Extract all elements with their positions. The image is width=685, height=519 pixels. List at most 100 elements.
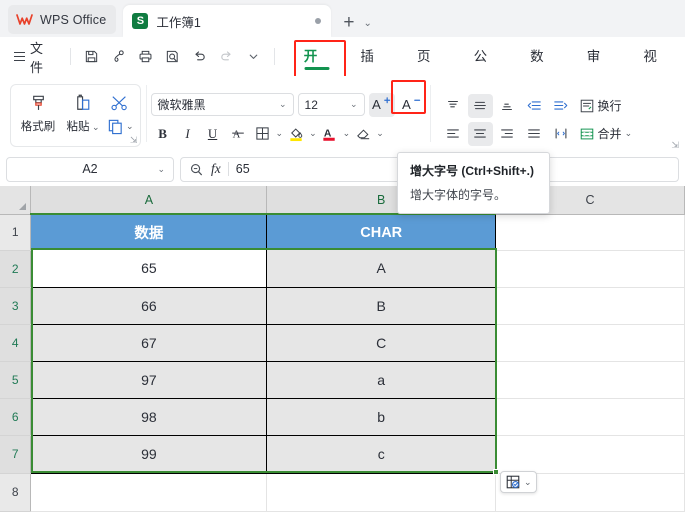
strikethrough-icon[interactable]: A [226, 122, 250, 146]
undo-icon[interactable] [187, 44, 212, 69]
plus-icon[interactable]: + [343, 13, 354, 32]
save-icon[interactable] [79, 44, 104, 69]
bold-button[interactable]: B [151, 122, 175, 146]
scissors-icon[interactable] [110, 94, 130, 112]
row-header-3[interactable]: 3 [0, 287, 32, 325]
ribbon-group-font: 微软雅黑 ⌄ 12 ⌄ A A B I U A ⌄ ⌄ A ⌄ ⌄ [145, 79, 430, 152]
tab-start[interactable]: 开始 [289, 42, 346, 94]
cell-c5[interactable] [495, 361, 685, 399]
row-header-4[interactable]: 4 [0, 324, 32, 362]
cell-b7[interactable]: c [266, 435, 497, 474]
cell-b4[interactable]: C [266, 324, 497, 362]
align-middle-icon[interactable] [467, 93, 493, 118]
chevron-down-icon[interactable]: ⌄ [343, 128, 351, 139]
chevron-down-icon[interactable]: ⌄ [309, 128, 317, 139]
name-box[interactable]: A2 ⌄ [6, 156, 174, 182]
tab-page[interactable]: 页面 [402, 42, 459, 94]
text-orientation-icon[interactable] [549, 122, 574, 146]
print-preview-icon[interactable] [160, 44, 185, 69]
copy-button[interactable]: ⌄ [107, 118, 134, 135]
quick-analysis-button[interactable]: ⌄ [500, 471, 537, 493]
row-header-5[interactable]: 5 [0, 361, 32, 399]
font-size-select[interactable]: 12 ⌄ [297, 93, 365, 116]
cell-c3[interactable] [495, 287, 685, 325]
align-center-icon[interactable] [467, 121, 493, 146]
tab-view[interactable]: 视图 [628, 42, 685, 94]
font-name-select[interactable]: 微软雅黑 ⌄ [150, 93, 294, 116]
wps-brand[interactable]: WPS Office [8, 5, 117, 34]
cell-c4[interactable] [495, 324, 685, 362]
chevron-down-icon[interactable]: ⌄ [376, 128, 384, 139]
row-header-2[interactable]: 2 [0, 250, 32, 288]
chevron-down-icon[interactable]: ⌄ [625, 128, 633, 139]
increase-font-size-icon[interactable]: A [368, 92, 395, 117]
cell-c2[interactable] [495, 250, 685, 288]
print-icon[interactable] [133, 44, 158, 69]
row-header-1[interactable]: 1 [0, 214, 32, 251]
file-menu-button[interactable]: 文件 [8, 38, 62, 76]
clipboard-dialog-launcher-icon[interactable]: ⇲ [130, 135, 138, 146]
title-bar: WPS Office S 工作簿1 + ⌄ [0, 0, 685, 37]
cell-c1[interactable] [495, 214, 685, 251]
cell-b8[interactable] [266, 473, 497, 512]
share-icon[interactable] [106, 44, 131, 69]
cell-a3[interactable]: 66 [30, 287, 268, 325]
decrease-font-size-icon[interactable]: A [399, 93, 425, 117]
tab-review[interactable]: 审阅 [572, 42, 629, 94]
tab-insert[interactable]: 插入 [345, 42, 402, 94]
font-color-button[interactable]: A [318, 122, 342, 146]
chevron-down-icon[interactable]: ⌄ [276, 128, 284, 139]
chevron-down-icon[interactable]: ⌄ [524, 477, 532, 488]
ribbon-group-clipboard: 格式刷 粘贴 ⌄ ⇲ [5, 79, 146, 152]
cell-b3[interactable]: B [266, 287, 497, 325]
format-painter-button[interactable]: 格式刷 [17, 89, 59, 134]
row-header-8[interactable]: 8 [0, 473, 32, 512]
chevron-down-icon[interactable]: ⌄ [157, 164, 165, 175]
cell-c7[interactable] [495, 435, 685, 474]
selection-fill-handle[interactable] [493, 469, 499, 475]
cell-a2[interactable]: 65 [30, 250, 268, 288]
wrap-text-button[interactable]: 换行 [576, 94, 625, 118]
align-right-icon[interactable] [495, 122, 520, 146]
redo-icon[interactable] [214, 44, 239, 69]
table-row: 1 数据 CHAR [0, 214, 685, 251]
cell-a8[interactable] [30, 473, 268, 512]
tab-data[interactable]: 数据 [515, 42, 572, 94]
chevron-down-icon[interactable]: ⌄ [126, 121, 134, 132]
cell-a4[interactable]: 67 [30, 324, 268, 362]
paste-button[interactable]: 粘贴 [62, 89, 104, 134]
cell-b2[interactable]: A [266, 250, 497, 288]
decrease-indent-icon[interactable] [522, 94, 547, 118]
column-header-a[interactable]: A [30, 186, 268, 215]
font-controls: 微软雅黑 ⌄ 12 ⌄ A A B I U A ⌄ ⌄ A ⌄ ⌄ [150, 86, 425, 146]
cell-a5[interactable]: 97 [30, 361, 268, 399]
chevron-down-icon[interactable] [241, 44, 266, 69]
row-header-7[interactable]: 7 [0, 435, 32, 474]
underline-button[interactable]: U [201, 122, 225, 146]
cell-c6[interactable] [495, 398, 685, 436]
cell-a7[interactable]: 99 [30, 435, 268, 474]
merge-button[interactable]: 合并 ⌄ [576, 122, 636, 146]
document-tab[interactable]: S 工作簿1 [123, 5, 332, 37]
row-header-6[interactable]: 6 [0, 398, 32, 436]
cell-a6[interactable]: 98 [30, 398, 268, 436]
fill-color-button[interactable] [284, 122, 308, 146]
chevron-down-icon[interactable]: ⌄ [363, 18, 371, 29]
tab-formula[interactable]: 公式 [459, 42, 516, 94]
cell-b1[interactable]: CHAR [266, 214, 497, 250]
find-zoom-icon[interactable] [189, 162, 204, 177]
clear-format-icon[interactable] [351, 122, 375, 146]
ribbon-collapse-icon[interactable]: ⇲ [671, 140, 679, 151]
tooltip-title: 增大字号 (Ctrl+Shift+.) [410, 164, 535, 178]
italic-button[interactable]: I [176, 122, 200, 146]
justify-icon[interactable] [522, 122, 547, 146]
align-bottom-icon[interactable] [495, 94, 520, 118]
cell-b6[interactable]: b [266, 398, 497, 436]
cell-a1[interactable]: 数据 [30, 214, 268, 250]
select-all-corner[interactable] [0, 186, 32, 215]
cell-b5[interactable]: a [266, 361, 497, 399]
increase-indent-icon[interactable] [549, 94, 574, 118]
align-top-icon[interactable] [441, 94, 466, 118]
borders-button[interactable] [251, 122, 275, 146]
align-left-icon[interactable] [441, 122, 466, 146]
